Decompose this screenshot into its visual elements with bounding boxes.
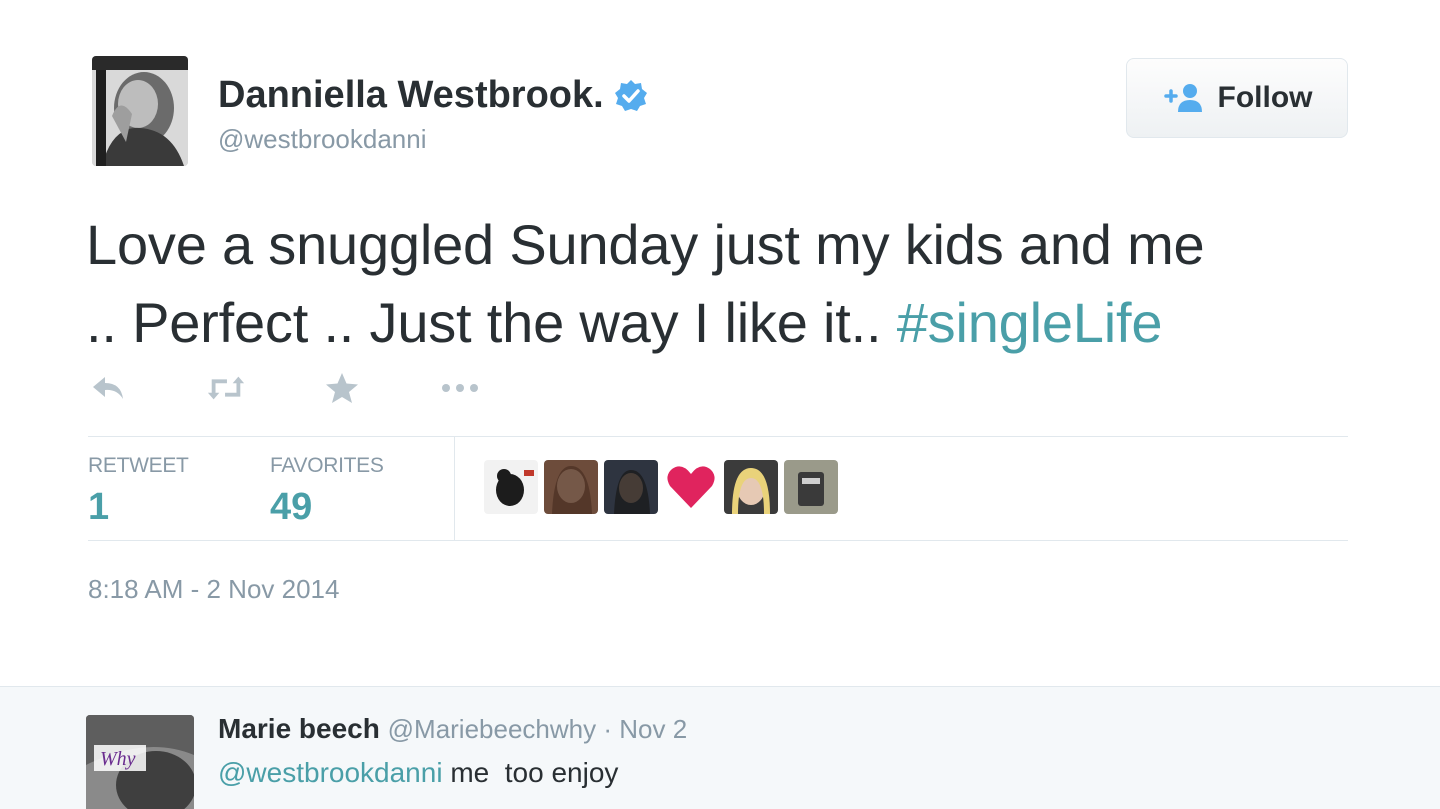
reply-header: Marie beech @Mariebeechwhy · Nov 2 xyxy=(218,713,687,745)
stats-divider xyxy=(454,436,455,540)
tweet-text-line-1: Love a snuggled Sunday just my kids and … xyxy=(86,213,1205,276)
author-name[interactable]: Danniella Westbrook. xyxy=(218,74,604,117)
reply-avatar-image: Why xyxy=(86,715,194,809)
favoriter-avatar[interactable] xyxy=(484,460,538,514)
reply-author-handle[interactable]: @Mariebeechwhy xyxy=(388,714,596,744)
reply-author-avatar[interactable]: Why xyxy=(86,715,194,809)
add-user-icon xyxy=(1162,82,1208,114)
reply-tweet: Why Marie beech @Mariebeechwhy · Nov 2 @… xyxy=(0,686,1440,809)
reply-date[interactable]: Nov 2 xyxy=(619,714,687,744)
tweet-card: Danniella Westbrook. @westbrookdanni Fol… xyxy=(0,0,1440,686)
author-handle[interactable]: @westbrookdanni xyxy=(218,124,427,155)
retweet-icon[interactable] xyxy=(206,368,246,408)
tweet-stats: RETWEET 1 FAVORITES 49 xyxy=(88,436,1348,540)
tweet-text: Love a snuggled Sunday just my kids and … xyxy=(86,206,1386,362)
reply-avatar-text: Why xyxy=(100,748,136,770)
reply-icon[interactable] xyxy=(88,368,128,408)
more-icon[interactable] xyxy=(440,368,480,408)
favorites-label: FAVORITES xyxy=(270,454,384,477)
favorites-count: 49 xyxy=(270,486,313,528)
verified-badge-icon xyxy=(614,79,648,113)
tweet-text-line-2: .. Perfect .. Just the way I like it.. #… xyxy=(86,284,1386,362)
favorites-stat[interactable]: FAVORITES 49 xyxy=(270,454,384,529)
hashtag-link[interactable]: #singleLife xyxy=(897,291,1163,354)
retweet-count: 1 xyxy=(88,486,110,528)
follow-button[interactable]: Follow xyxy=(1126,58,1348,138)
reply-author-name[interactable]: Marie beech xyxy=(218,713,380,744)
reply-body: me too enjoy xyxy=(442,757,619,788)
favoriter-avatar[interactable] xyxy=(784,460,838,514)
tweet-timestamp[interactable]: 8:18 AM - 2 Nov 2014 xyxy=(88,574,339,605)
tweet-actions xyxy=(88,368,480,408)
retweet-label: RETWEET xyxy=(88,454,189,477)
favoriter-avatar[interactable] xyxy=(724,460,778,514)
author-avatar[interactable] xyxy=(92,56,188,166)
mention-link[interactable]: @westbrookdanni xyxy=(218,757,443,788)
tweet-text-line-2-body: .. Perfect .. Just the way I like it.. xyxy=(86,291,897,354)
author-avatar-image xyxy=(92,56,188,166)
follow-label: Follow xyxy=(1217,81,1313,114)
reply-text: @westbrookdanni me too enjoy xyxy=(218,757,618,789)
favorite-star-icon[interactable] xyxy=(322,368,362,408)
favoriter-avatar[interactable] xyxy=(604,460,658,514)
heart-icon[interactable] xyxy=(664,460,718,514)
author-name-row: Danniella Westbrook. xyxy=(218,74,648,117)
favorited-by-avatars xyxy=(484,460,838,514)
favoriter-avatar[interactable] xyxy=(544,460,598,514)
divider xyxy=(88,540,1348,541)
retweet-stat[interactable]: RETWEET 1 xyxy=(88,454,189,529)
reply-separator: · xyxy=(596,714,620,744)
